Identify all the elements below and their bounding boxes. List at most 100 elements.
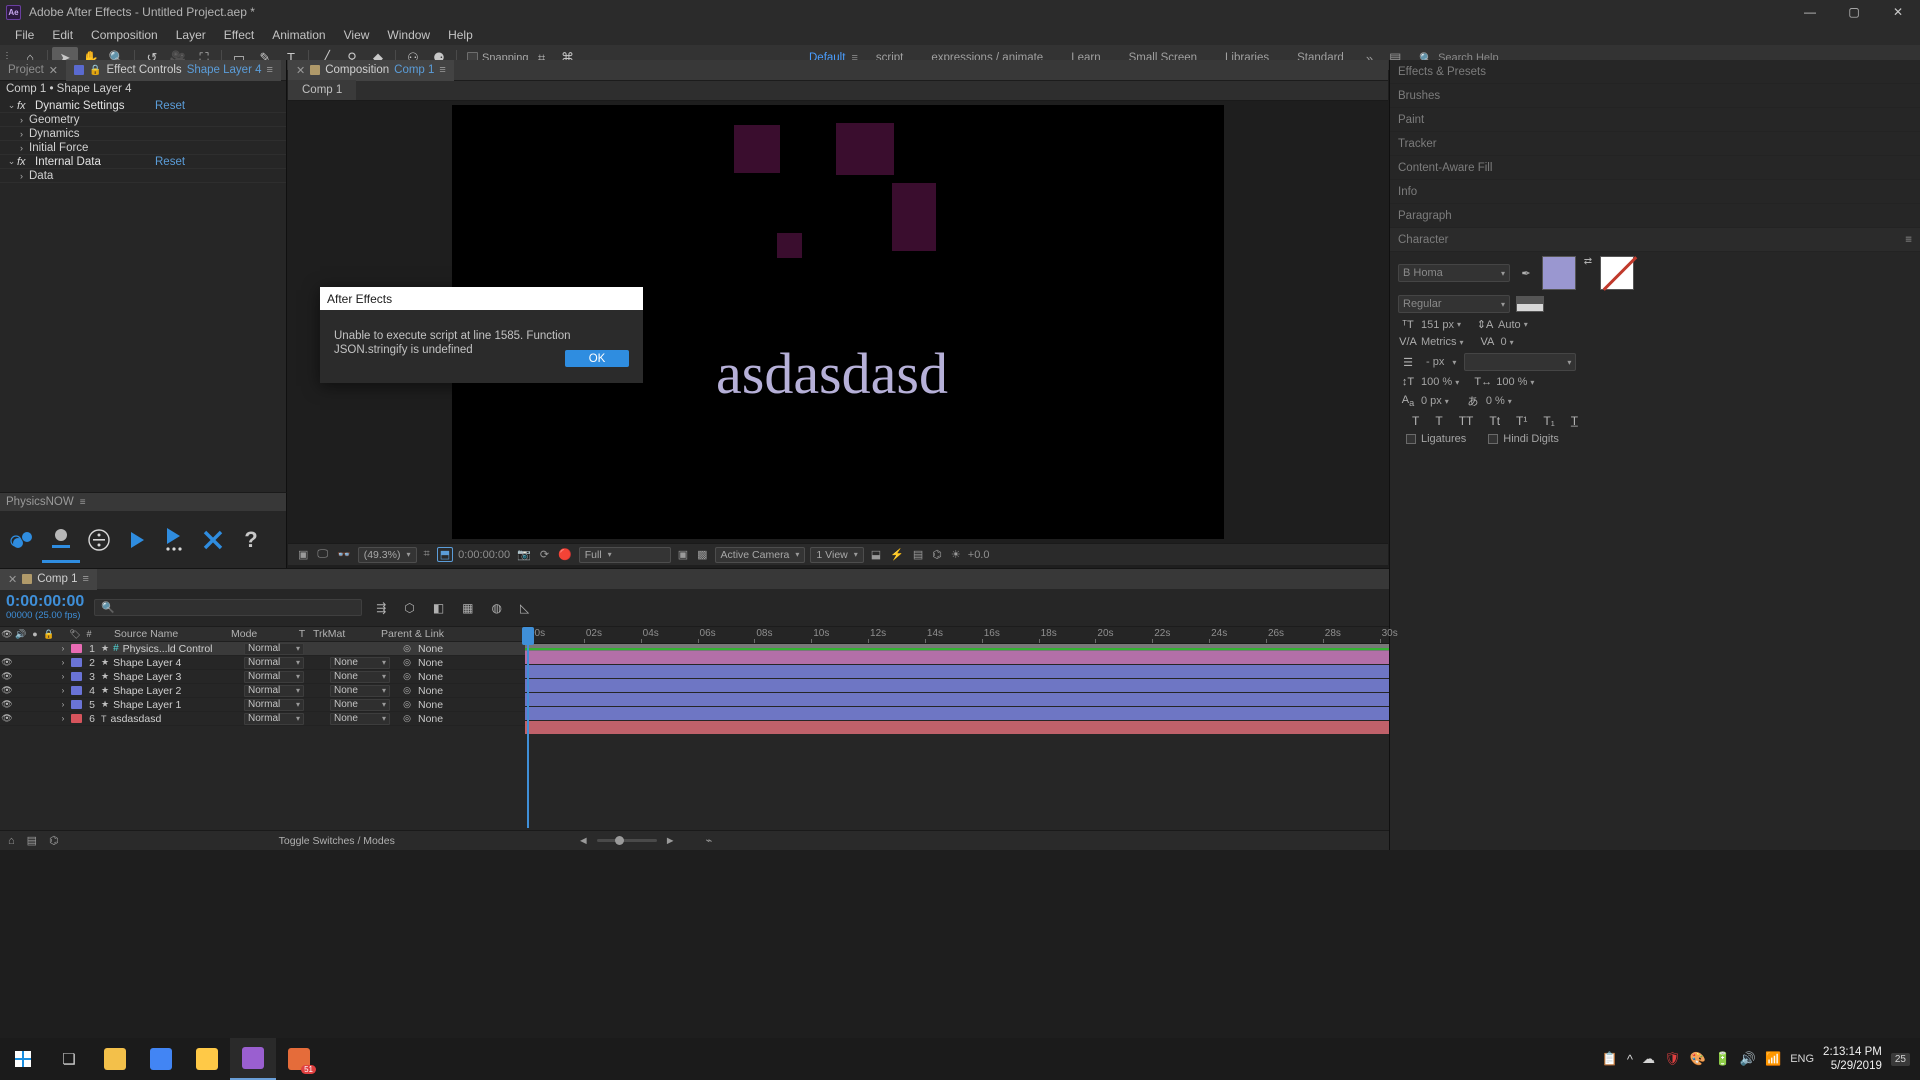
cancel-icon[interactable] <box>194 517 232 563</box>
panel-tab-content-aware-fill[interactable]: Content-Aware Fill <box>1390 156 1920 180</box>
layer-parent-value[interactable]: None <box>414 699 443 711</box>
vertical-scale-field[interactable]: ↕T 100 % ▾ <box>1398 376 1459 388</box>
timeline-icon[interactable]: ▤ <box>911 548 925 561</box>
layer-duration-bar[interactable] <box>525 721 1389 734</box>
layer-name[interactable]: Tasdasdasd <box>101 713 244 725</box>
playhead-knob[interactable] <box>522 627 534 645</box>
3d-glasses-icon[interactable]: 👓 <box>335 548 353 561</box>
snapshot-icon[interactable]: 📷 <box>515 548 533 561</box>
comp-flowchart-icon[interactable]: ⌬ <box>930 548 944 561</box>
twirl-icon[interactable]: ⌄ <box>6 100 17 111</box>
tab-timeline-comp1[interactable]: ✕ Comp 1 ≡ <box>0 568 97 590</box>
notification-badge[interactable]: 25 <box>1890 1052 1910 1066</box>
layer-duration-bar[interactable] <box>525 651 1389 664</box>
canvas-text-layer[interactable]: asdasdasd <box>716 340 948 407</box>
panel-menu-icon[interactable]: ≡ <box>267 64 273 76</box>
twirl-icon[interactable]: › <box>16 143 27 153</box>
leading-field[interactable]: ⇕A Auto ▾ <box>1475 318 1528 332</box>
swap-colors-icon[interactable]: ⇄ <box>1578 256 1598 267</box>
layer-blend-mode-select[interactable]: Normal ▾ <box>244 712 304 725</box>
views-select[interactable]: 1 View ▾ <box>810 546 864 563</box>
zoom-out-icon[interactable]: ◄ <box>578 835 589 847</box>
menu-item-layer[interactable]: Layer <box>167 26 215 44</box>
task-view-button[interactable]: ❏ <box>46 1038 92 1080</box>
ground-icon[interactable] <box>42 517 80 563</box>
hindi-digits-toggle[interactable]: Hindi Digits <box>1488 433 1559 445</box>
channels-icon[interactable]: 🔴 <box>556 548 574 561</box>
eyedropper-icon[interactable]: ✒ <box>1516 267 1536 280</box>
hindi-digits-checkbox[interactable] <box>1488 434 1499 444</box>
particles-icon[interactable] <box>4 517 42 563</box>
layer-parent-value[interactable]: None <box>414 643 443 655</box>
battery-icon[interactable]: 🔋 <box>1715 1051 1731 1067</box>
notes-tray-icon[interactable]: 📋 <box>1602 1051 1618 1067</box>
layer-blend-mode-select[interactable]: Normal ▾ <box>244 698 304 711</box>
tab-project[interactable]: Project ✕ <box>0 60 66 81</box>
baseline-shift-field[interactable]: Aa 0 px ▾ <box>1398 394 1449 408</box>
horizontal-scale-field[interactable]: T↔ 100 % ▾ <box>1473 376 1534 388</box>
taskbar-browser-app[interactable]: 51 <box>276 1038 322 1080</box>
layer-trkmat-select[interactable]: None ▾ <box>330 712 390 725</box>
parent-pickwhip-icon[interactable]: ◎ <box>400 699 414 710</box>
minimize-button[interactable]: — <box>1788 0 1832 24</box>
layer-name[interactable]: ★ Shape Layer 3 <box>101 671 244 683</box>
twirl-icon[interactable]: › <box>56 700 70 709</box>
layer-parent-value[interactable]: None <box>414 713 443 725</box>
twirl-icon[interactable]: ⌄ <box>6 156 17 167</box>
tab-effect-controls[interactable]: 🔒 Effect Controls Shape Layer 4 ≡ <box>66 59 281 81</box>
layer-trkmat-select[interactable]: None ▾ <box>330 670 390 683</box>
layer-visibility-toggle[interactable]: 👁 <box>0 713 14 724</box>
twirl-icon[interactable]: › <box>56 672 70 681</box>
panel-tab-paragraph[interactable]: Paragraph <box>1390 204 1920 228</box>
viewer-tab-comp1[interactable]: Comp 1 <box>288 80 357 100</box>
camera-select[interactable]: Active Camera ▾ <box>714 546 806 563</box>
effect-row-internal-data[interactable]: ⌄ fx Internal Data Reset <box>0 155 286 169</box>
graph-editor-icon[interactable]: ⇶ <box>372 601 390 615</box>
show-snapshot-icon[interactable]: ⟳ <box>538 548 551 561</box>
3d-renderer-icon[interactable]: ⬡ <box>400 601 418 615</box>
network-icon[interactable]: 📶 <box>1765 1051 1781 1067</box>
layer-parent-value[interactable]: None <box>414 671 443 683</box>
text-style-button-3[interactable]: Tt <box>1489 414 1500 428</box>
parent-pickwhip-icon[interactable]: ◎ <box>400 671 414 682</box>
fast-previews-icon[interactable]: ⚡ <box>888 548 906 561</box>
stroke-style-select[interactable]: ▾ <box>1464 353 1577 371</box>
panel-tab-info[interactable]: Info <box>1390 180 1920 204</box>
parent-pickwhip-icon[interactable]: ◎ <box>400 713 414 724</box>
volume-icon[interactable]: 🔊 <box>1740 1051 1756 1067</box>
twirl-icon[interactable]: › <box>16 171 27 181</box>
layer-label-color[interactable] <box>71 658 82 667</box>
effect-row-geometry[interactable]: › Geometry <box>0 113 286 127</box>
layer-duration-bar[interactable] <box>525 665 1389 678</box>
twirl-icon[interactable]: › <box>56 714 70 723</box>
play-icon[interactable] <box>118 517 156 563</box>
zoom-in-icon[interactable]: ► <box>665 835 676 847</box>
reset-link[interactable]: Reset <box>155 100 185 112</box>
tracking-field[interactable]: VA 0 ▾ <box>1477 336 1514 348</box>
canvas-shape-layer[interactable] <box>777 233 802 258</box>
canvas-shape-layer[interactable] <box>836 123 894 175</box>
resolution-region-icon[interactable]: ⌗ <box>422 548 432 561</box>
current-time-display[interactable]: 0:00:00:00 00000 (25.00 fps) <box>6 594 84 622</box>
ligatures-toggle[interactable]: Ligatures <box>1406 433 1466 445</box>
region-icon[interactable]: ▣ <box>676 548 690 561</box>
panel-tab-brushes[interactable]: Brushes <box>1390 84 1920 108</box>
toggle-switches-modes-button[interactable]: Toggle Switches / Modes <box>279 835 395 847</box>
close-icon[interactable]: ✕ <box>49 64 58 77</box>
menu-item-window[interactable]: Window <box>378 26 439 44</box>
clock[interactable]: 2:13:14 PM 5/29/2019 <box>1823 1045 1882 1073</box>
layer-blend-mode-select[interactable]: Normal ▾ <box>244 684 304 697</box>
layer-blend-mode-select[interactable]: Normal ▾ <box>244 670 304 683</box>
fill-color-swatch[interactable] <box>1542 256 1576 290</box>
shield-icon[interactable]: 🛡 <box>1664 1051 1681 1067</box>
panel-tab-tracker[interactable]: Tracker <box>1390 132 1920 156</box>
text-style-button-4[interactable]: T¹ <box>1516 414 1527 428</box>
footer-time[interactable]: 0:00:00:00 <box>458 549 510 561</box>
panel-menu-icon[interactable]: ≡ <box>83 573 89 585</box>
layer-label-color[interactable] <box>71 672 82 681</box>
panel-tab-effects-presets[interactable]: Effects & Presets <box>1390 60 1920 84</box>
layer-name[interactable]: ★ Shape Layer 2 <box>101 685 244 697</box>
text-style-button-0[interactable]: T <box>1412 414 1419 428</box>
start-button[interactable] <box>0 1038 46 1080</box>
layer-parent-value[interactable]: None <box>414 657 443 669</box>
